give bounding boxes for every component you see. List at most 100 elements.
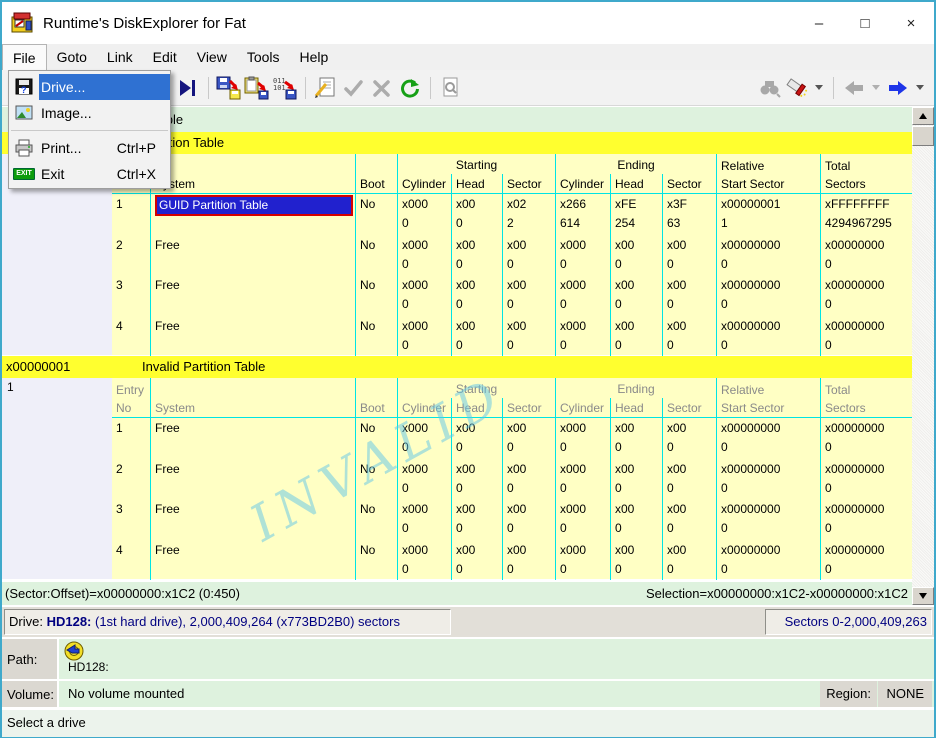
cell-entry-no[interactable]: 4 [112, 316, 150, 357]
cell-start-head[interactable]: x000 [451, 459, 502, 500]
cell-end-cylinder[interactable]: x0000 [555, 235, 610, 276]
cell-end-head[interactable]: x000 [610, 459, 662, 500]
discard-edits-button[interactable] [368, 75, 396, 101]
cell-end-cylinder[interactable]: x0000 [555, 540, 610, 581]
minimize-button[interactable]: – [796, 2, 842, 44]
cell-total-sectors[interactable]: x000000000 [820, 459, 912, 500]
close-button[interactable]: × [888, 2, 934, 44]
vertical-scrollbar[interactable] [912, 107, 934, 605]
cell-boot[interactable]: No [355, 540, 397, 581]
cell-start-sector[interactable]: x000 [502, 418, 555, 459]
cell-start-head[interactable]: x000 [451, 499, 502, 540]
write-binary-to-file-button[interactable]: 011 101 [271, 75, 299, 101]
cell-end-head[interactable]: x000 [610, 418, 662, 459]
cell-start-head[interactable]: x000 [451, 194, 502, 235]
menu-item-image[interactable]: Image... [9, 100, 170, 126]
search-button[interactable] [755, 75, 783, 101]
cell-end-sector[interactable]: x000 [662, 459, 716, 500]
cell-start-head[interactable]: x000 [451, 418, 502, 459]
cell-system[interactable]: Free [150, 316, 355, 357]
cell-start-cylinder[interactable]: x0000 [397, 459, 451, 500]
cell-total-sectors[interactable]: x000000000 [820, 275, 912, 316]
cell-start-sector[interactable]: x000 [502, 499, 555, 540]
cell-end-head[interactable]: xFE254 [610, 194, 662, 235]
copy-drive-to-file-button[interactable] [215, 75, 243, 101]
selected-cell[interactable]: GUID Partition Table [155, 195, 353, 216]
cell-end-cylinder[interactable]: x0000 [555, 418, 610, 459]
cell-system[interactable]: Free [150, 418, 355, 459]
cell-relative-start-sector[interactable]: x000000000 [716, 459, 820, 500]
cell-relative-start-sector[interactable]: x000000000 [716, 499, 820, 540]
cell-relative-start-sector[interactable]: x000000000 [716, 275, 820, 316]
cell-system[interactable]: Free [150, 499, 355, 540]
cell-boot[interactable]: No [355, 459, 397, 500]
menu-goto[interactable]: Goto [47, 44, 97, 70]
back-dropdown-caret[interactable] [872, 85, 880, 90]
cell-boot[interactable]: No [355, 275, 397, 316]
hd128-drive-icon[interactable] [64, 641, 84, 661]
flashlight-dropdown-caret[interactable] [815, 85, 823, 90]
cell-end-head[interactable]: x000 [610, 235, 662, 276]
cell-start-cylinder[interactable]: x0000 [397, 499, 451, 540]
back-button[interactable] [840, 75, 868, 101]
cell-entry-no[interactable]: 3 [112, 499, 150, 540]
cell-relative-start-sector[interactable]: x000000011 [716, 194, 820, 235]
menu-file[interactable]: File [2, 44, 47, 70]
cell-end-sector[interactable]: x000 [662, 418, 716, 459]
cell-total-sectors[interactable]: x000000000 [820, 316, 912, 357]
cell-boot[interactable]: No [355, 235, 397, 276]
flashlight-button[interactable] [783, 75, 811, 101]
forward-button[interactable] [884, 75, 912, 101]
menu-item-drive[interactable]: ? Drive... [9, 74, 170, 100]
cell-start-cylinder[interactable]: x0000 [397, 418, 451, 459]
cell-total-sectors[interactable]: x000000000 [820, 540, 912, 581]
cell-total-sectors[interactable]: x000000000 [820, 418, 912, 459]
cell-relative-start-sector[interactable]: x000000000 [716, 540, 820, 581]
menu-item-exit[interactable]: EXIT Exit Ctrl+X [9, 161, 170, 187]
cell-end-head[interactable]: x000 [610, 275, 662, 316]
cell-end-sector[interactable]: x000 [662, 235, 716, 276]
cell-system[interactable]: Free [150, 235, 355, 276]
cell-end-cylinder[interactable]: x266614 [555, 194, 610, 235]
cell-start-cylinder[interactable]: x0000 [397, 235, 451, 276]
cell-start-sector[interactable]: x000 [502, 316, 555, 357]
cell-end-head[interactable]: x000 [610, 316, 662, 357]
cell-end-sector[interactable]: x000 [662, 540, 716, 581]
cell-start-cylinder[interactable]: x0000 [397, 316, 451, 357]
cell-end-head[interactable]: x000 [610, 499, 662, 540]
cell-system[interactable]: GUID Partition Table [150, 194, 355, 235]
cell-end-sector[interactable]: x000 [662, 275, 716, 316]
cell-start-sector[interactable]: x000 [502, 540, 555, 581]
copy-to-clipboard-button[interactable] [243, 75, 271, 101]
cell-start-head[interactable]: x000 [451, 540, 502, 581]
cell-end-cylinder[interactable]: x0000 [555, 316, 610, 357]
cell-entry-no[interactable]: 3 [112, 275, 150, 316]
cell-entry-no[interactable]: 4 [112, 540, 150, 581]
cell-boot[interactable]: No [355, 316, 397, 357]
cell-end-sector[interactable]: x3F63 [662, 194, 716, 235]
cell-entry-no[interactable]: 1 [112, 418, 150, 459]
cell-start-sector[interactable]: x000 [502, 275, 555, 316]
cell-total-sectors[interactable]: x000000000 [820, 499, 912, 540]
cell-boot[interactable]: No [355, 194, 397, 235]
scrollbar-thumb[interactable] [912, 126, 934, 146]
menu-link[interactable]: Link [97, 44, 143, 70]
cell-end-cylinder[interactable]: x0000 [555, 275, 610, 316]
menu-item-print[interactable]: Print... Ctrl+P [9, 135, 170, 161]
cell-start-cylinder[interactable]: x0000 [397, 275, 451, 316]
cell-entry-no[interactable]: 2 [112, 235, 150, 276]
cell-start-cylinder[interactable]: x0000 [397, 540, 451, 581]
menu-edit[interactable]: Edit [143, 44, 187, 70]
app-icon[interactable] [11, 12, 35, 34]
cell-start-head[interactable]: x000 [451, 316, 502, 357]
edit-button[interactable] [312, 75, 340, 101]
forward-dropdown-caret[interactable] [916, 85, 924, 90]
menu-help[interactable]: Help [290, 44, 339, 70]
scroll-up-button[interactable] [912, 107, 934, 125]
cell-relative-start-sector[interactable]: x000000000 [716, 316, 820, 357]
cell-start-head[interactable]: x000 [451, 235, 502, 276]
cell-start-sector[interactable]: x000 [502, 235, 555, 276]
cell-end-sector[interactable]: x000 [662, 316, 716, 357]
cell-end-head[interactable]: x000 [610, 540, 662, 581]
cell-total-sectors[interactable]: x000000000 [820, 235, 912, 276]
